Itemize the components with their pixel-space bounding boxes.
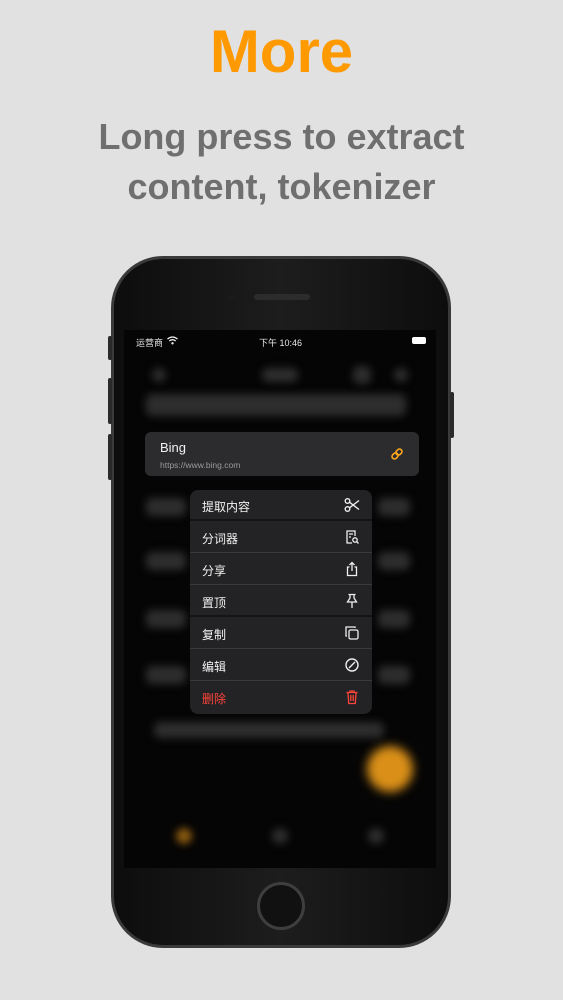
menu-item-label: 置顶 (202, 596, 227, 610)
front-camera (228, 293, 236, 301)
menu-item-pin[interactable]: 置顶 (190, 586, 372, 617)
blurred-nav-action (394, 368, 408, 382)
copy-icon (344, 625, 360, 641)
blurred-list-row (146, 610, 186, 628)
menu-item-label: 编辑 (202, 660, 227, 674)
blurred-nav-icon (152, 368, 166, 382)
menu-item-label: 删除 (202, 692, 227, 706)
blurred-nav-title (262, 368, 298, 382)
menu-item-extract-content[interactable]: 提取内容 (190, 490, 372, 521)
link-card-title: Bing (160, 440, 187, 455)
menu-item-share[interactable]: 分享 (190, 554, 372, 585)
menu-item-label: 分享 (202, 564, 227, 578)
blurred-search-bar (146, 394, 406, 416)
blurred-nav-action (353, 366, 371, 384)
menu-item-label: 提取内容 (202, 500, 251, 514)
link-icon[interactable] (389, 446, 405, 462)
phone-power-button (450, 392, 454, 438)
status-time: 下午 10:46 (259, 338, 303, 348)
menu-item-label: 复制 (202, 628, 227, 642)
battery-icon (412, 337, 426, 344)
blurred-list-row (154, 722, 384, 738)
edit-circle-icon (344, 657, 360, 673)
blurred-list-row (146, 552, 186, 570)
link-card[interactable]: Bing https://www.bing.com (145, 432, 419, 476)
wifi-icon (167, 336, 178, 347)
document-search-icon (344, 529, 360, 545)
phone-screen: 运营商 下午 10:46 Bing https://www.bing.com 提… (124, 330, 436, 868)
carrier-label: 运营商 (136, 338, 164, 348)
context-menu: 提取内容 分词器 分享 置顶 复制 编辑 删除 (190, 490, 372, 714)
scissors-icon (344, 497, 360, 513)
earpiece-speaker (254, 294, 310, 300)
blurred-tab-icon (368, 828, 384, 844)
phone-volume-up (108, 378, 112, 424)
blurred-list-row (378, 610, 410, 628)
pin-icon (344, 593, 360, 609)
share-icon (344, 561, 360, 577)
promo-headline: More (209, 18, 354, 85)
blurred-list-row (146, 666, 186, 684)
home-button[interactable] (257, 882, 305, 930)
menu-item-label: 分词器 (202, 532, 239, 546)
link-card-url: https://www.bing.com (160, 460, 241, 470)
menu-item-tokenizer[interactable]: 分词器 (190, 522, 372, 553)
blurred-list-row (378, 666, 410, 684)
blurred-tab-icon (176, 828, 192, 844)
promo-subline: Long press to extract content, tokenizer (98, 116, 465, 207)
blurred-list-row (378, 498, 410, 516)
menu-item-edit[interactable]: 编辑 (190, 650, 372, 681)
menu-item-copy[interactable]: 复制 (190, 618, 372, 649)
add-floating-button (367, 746, 413, 792)
blurred-tab-icon (272, 828, 288, 844)
phone-volume-down (108, 434, 112, 480)
phone-mute-switch (108, 336, 112, 360)
blurred-list-row (146, 498, 186, 516)
trash-icon (344, 689, 360, 705)
blurred-list-row (378, 552, 410, 570)
menu-item-delete[interactable]: 删除 (190, 682, 372, 713)
